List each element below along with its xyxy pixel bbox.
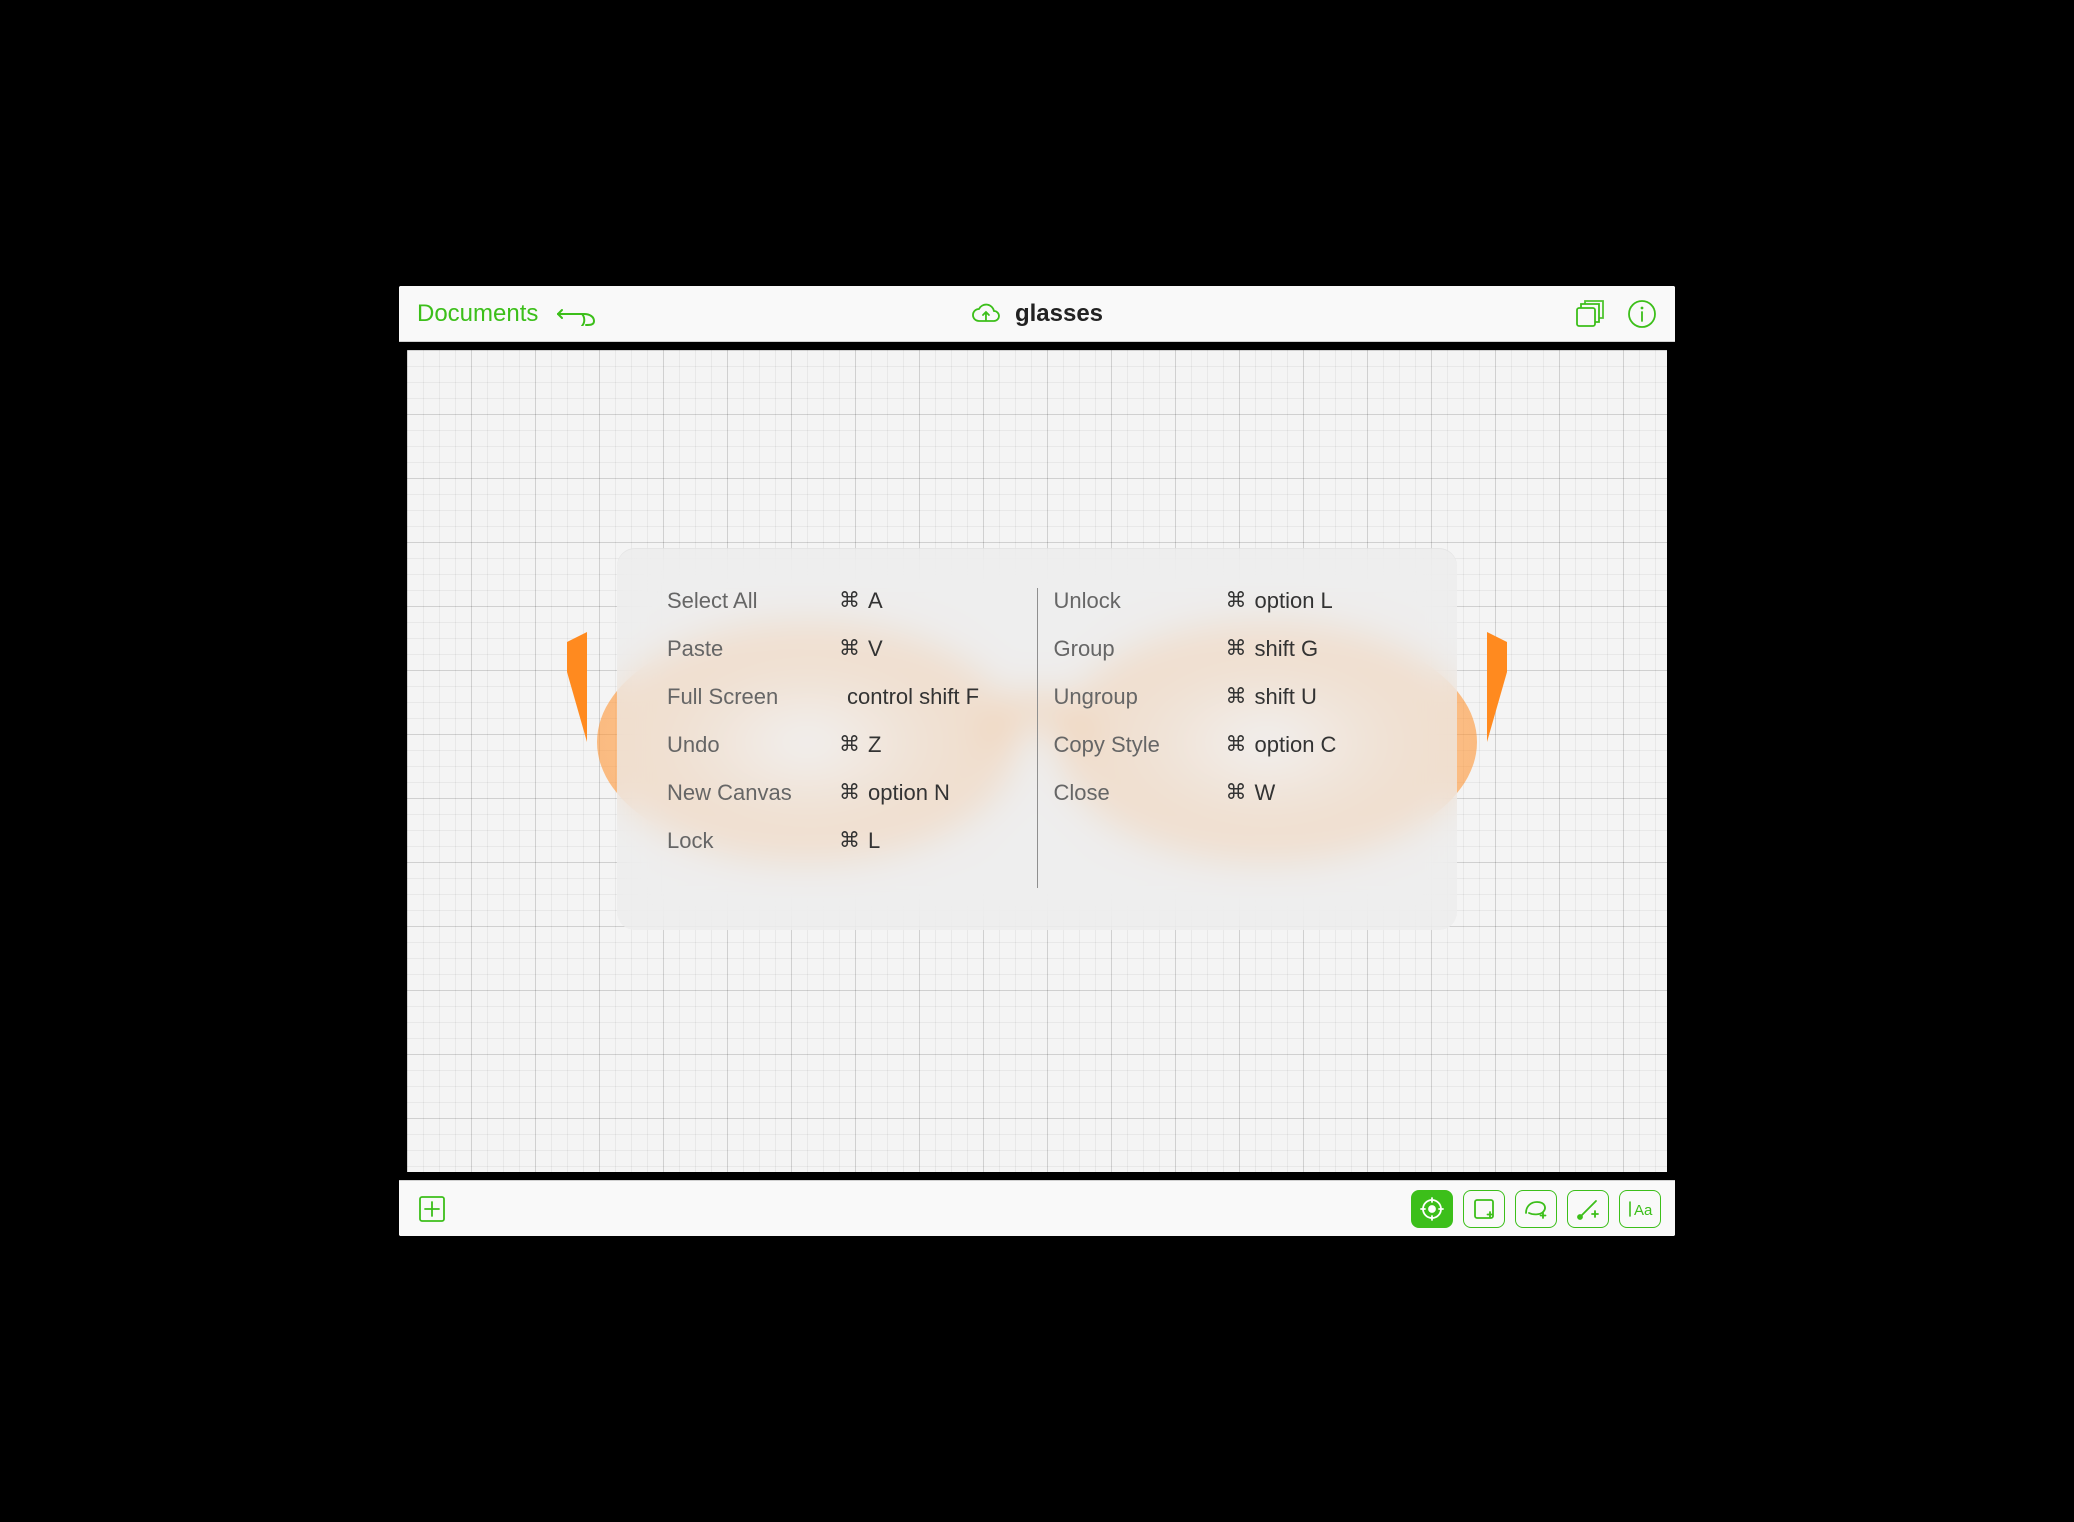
bottom-toolbar: Aa: [399, 1180, 1675, 1236]
shortcut-undo: Undo⌘Z: [667, 732, 1021, 758]
documents-button[interactable]: Documents: [417, 300, 538, 328]
canvas-border: Select All⌘A Paste⌘V Full Screencontrol …: [399, 342, 1675, 1180]
shortcuts-divider: [1037, 588, 1038, 888]
document-title[interactable]: glasses: [1015, 300, 1103, 328]
shortcut-paste: Paste⌘V: [667, 636, 1021, 662]
shortcuts-column-right: Unlock⌘option L Group⌘shift G Ungroup⌘sh…: [1054, 588, 1408, 890]
svg-text:Aa: Aa: [1634, 1202, 1653, 1219]
shortcut-close: Close⌘W: [1054, 780, 1408, 806]
shortcut-new-canvas: New Canvas⌘option N: [667, 780, 1021, 806]
shortcuts-column-left: Select All⌘A Paste⌘V Full Screencontrol …: [667, 588, 1021, 890]
info-icon[interactable]: [1627, 299, 1657, 329]
canvases-icon[interactable]: [1575, 300, 1605, 328]
app-window: Documents glasses: [399, 286, 1675, 1236]
cloud-sync-icon[interactable]: [971, 301, 1001, 327]
shortcut-select-all: Select All⌘A: [667, 588, 1021, 614]
shortcut-group: Group⌘shift G: [1054, 636, 1408, 662]
shortcut-unlock: Unlock⌘option L: [1054, 588, 1408, 614]
keyboard-shortcuts-overlay: Select All⌘A Paste⌘V Full Screencontrol …: [617, 548, 1457, 930]
top-toolbar: Documents glasses: [399, 286, 1675, 342]
document-title-area: glasses: [971, 300, 1103, 328]
canvas[interactable]: Select All⌘A Paste⌘V Full Screencontrol …: [407, 350, 1667, 1172]
shortcut-ungroup: Ungroup⌘shift U: [1054, 684, 1408, 710]
rectangle-tool-button[interactable]: [1463, 1190, 1505, 1228]
undo-icon[interactable]: [556, 302, 596, 326]
text-tool-button[interactable]: Aa: [1619, 1190, 1661, 1228]
shortcut-copy-style: Copy Style⌘option C: [1054, 732, 1408, 758]
freehand-tool-button[interactable]: [1515, 1190, 1557, 1228]
shortcut-full-screen: Full Screencontrol shift F: [667, 684, 1021, 710]
select-tool-button[interactable]: [1411, 1190, 1453, 1228]
add-shape-button[interactable]: [413, 1190, 451, 1228]
line-tool-button[interactable]: [1567, 1190, 1609, 1228]
shortcut-lock: Lock⌘L: [667, 828, 1021, 854]
